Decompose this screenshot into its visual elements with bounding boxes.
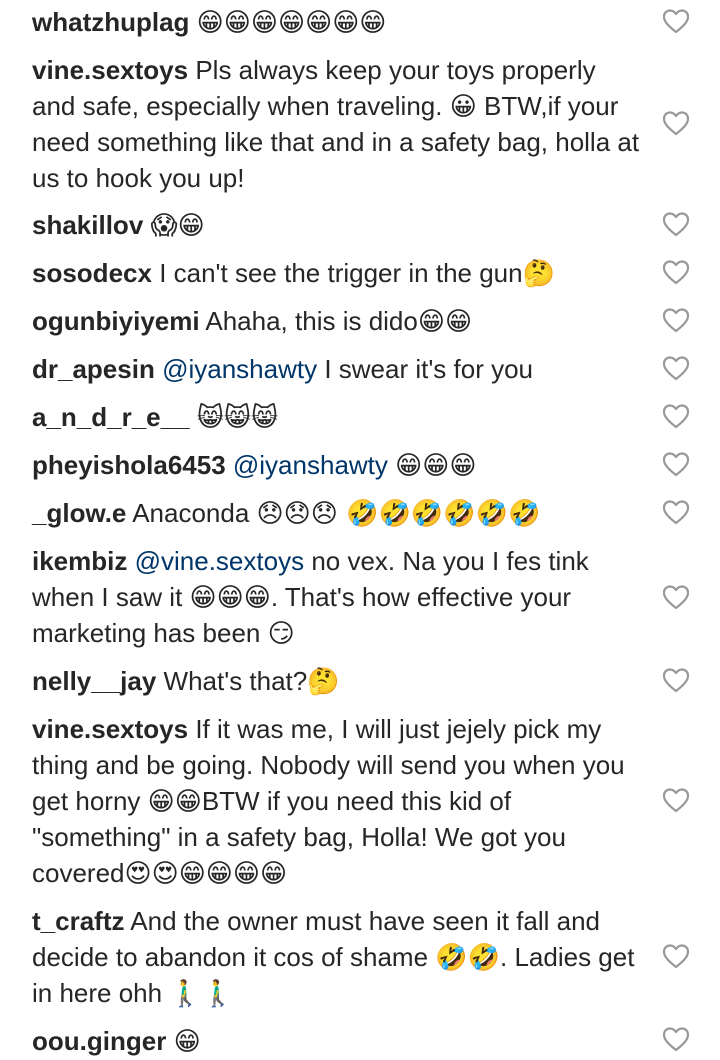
comment-item: t_craftz And the owner must have seen it… xyxy=(32,903,642,1011)
comment-username[interactable]: _glow.e xyxy=(32,498,126,528)
like-heart-icon[interactable] xyxy=(662,1026,690,1052)
comment-username[interactable]: t_craftz xyxy=(32,906,124,936)
comment-item: whatzhuplag 😁😁😁😁😁😁😁 xyxy=(32,4,642,41)
comment-mention[interactable]: @vine.sextoys xyxy=(135,546,304,576)
comment-mention[interactable]: @iyanshawty xyxy=(233,450,388,480)
comment-emoji: 😁 xyxy=(173,1027,201,1057)
comment-username[interactable]: vine.sextoys xyxy=(32,714,188,744)
comment-item: ogunbiyiyemi Ahaha, this is dido😁😁 xyxy=(32,303,642,340)
comment-emoji: 😸😸😸 xyxy=(196,403,279,433)
comment-item: nelly__jay What's that?🤔 xyxy=(32,663,642,700)
comment-emoji: 🤔 xyxy=(522,259,555,289)
comment-emoji: 😁😁😁😁😁😁😁 xyxy=(196,8,387,38)
comment-item: oou.ginger 😁 xyxy=(32,1023,642,1060)
like-heart-icon[interactable] xyxy=(662,499,690,525)
comment-emoji: 🤔 xyxy=(307,667,340,697)
like-heart-icon[interactable] xyxy=(662,110,690,136)
comment-username[interactable]: ikembiz xyxy=(32,546,127,576)
like-heart-icon[interactable] xyxy=(662,211,690,237)
comment-username[interactable]: pheyishola6453 xyxy=(32,450,226,480)
comment-text: I can't see the trigger in the gun xyxy=(159,258,523,288)
like-heart-icon[interactable] xyxy=(662,584,690,610)
comment-emoji: 😁😁 xyxy=(417,307,473,337)
comment-item: ikembiz @vine.sextoys no vex. Na you I f… xyxy=(32,543,642,651)
comment-emoji: 😞😞😞 🤣🤣🤣🤣🤣🤣 xyxy=(256,499,541,529)
like-heart-icon[interactable] xyxy=(662,787,690,813)
comment-text: Anaconda xyxy=(132,498,250,528)
comment-item: sosodecx I can't see the trigger in the … xyxy=(32,255,642,292)
comment-item: vine.sextoys If it was me, I will just j… xyxy=(32,711,642,891)
comment-item: shakillov 😱😁 xyxy=(32,207,642,244)
comment-item: vine.sextoys Pls always keep your toys p… xyxy=(32,52,642,196)
comment-item: pheyishola6453 @iyanshawty 😁😁😁 xyxy=(32,447,642,484)
like-heart-icon[interactable] xyxy=(662,259,690,285)
comment-text: What's that? xyxy=(163,666,308,696)
comment-username[interactable]: a_n_d_r_e__ xyxy=(32,402,190,432)
like-heart-icon[interactable] xyxy=(662,943,690,969)
like-heart-icon[interactable] xyxy=(662,667,690,693)
like-heart-icon[interactable] xyxy=(662,307,690,333)
comment-username[interactable]: vine.sextoys xyxy=(32,55,188,85)
comment-text: Ahaha, this is dido xyxy=(205,306,418,336)
comment-emoji: 😱😁 xyxy=(150,211,205,241)
comment-item: _glow.e Anaconda 😞😞😞 🤣🤣🤣🤣🤣🤣 xyxy=(32,495,642,532)
comment-item: a_n_d_r_e__ 😸😸😸 xyxy=(32,399,642,436)
like-heart-icon[interactable] xyxy=(662,355,690,381)
like-heart-icon[interactable] xyxy=(662,451,690,477)
comment-username[interactable]: ogunbiyiyemi xyxy=(32,306,200,336)
comment-mention[interactable]: @iyanshawty xyxy=(162,354,317,384)
comment-username[interactable]: nelly__jay xyxy=(32,666,156,696)
comment-username[interactable]: shakillov xyxy=(32,210,143,240)
like-heart-icon[interactable] xyxy=(662,8,690,34)
comment-username[interactable]: sosodecx xyxy=(32,258,152,288)
comment-username[interactable]: dr_apesin xyxy=(32,354,155,384)
comment-item: dr_apesin @iyanshawty I swear it's for y… xyxy=(32,351,642,387)
comment-text: I swear it's for you xyxy=(324,354,534,384)
comment-username[interactable]: whatzhuplag xyxy=(32,7,189,37)
like-heart-icon[interactable] xyxy=(662,403,690,429)
comment-emoji: 😁😁😁 xyxy=(395,451,477,481)
